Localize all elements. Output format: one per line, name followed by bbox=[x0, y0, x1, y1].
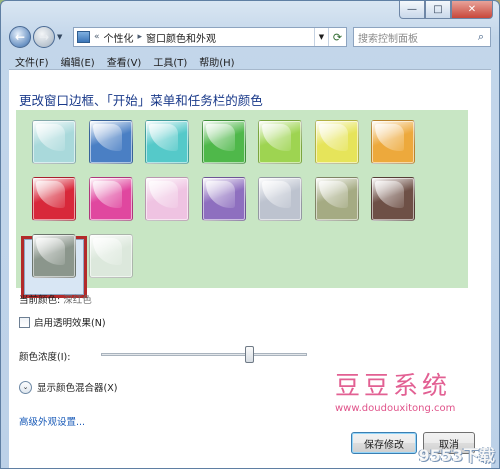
forward-button[interactable]: → bbox=[33, 26, 55, 48]
advanced-appearance-link[interactable]: 高级外观设置... bbox=[19, 414, 85, 428]
caption-buttons: — □ ✕ bbox=[399, 1, 493, 19]
control-panel-icon bbox=[77, 31, 90, 43]
watermark-text: 豆豆系统 bbox=[335, 371, 452, 400]
address-bar[interactable]: « 个性化 ▸ 窗口颜色和外观 ▼ ⟳ bbox=[73, 27, 347, 47]
back-arrow-icon: ← bbox=[14, 30, 26, 44]
menu-view[interactable]: 查看(V) bbox=[101, 54, 148, 69]
menu-edit[interactable]: 编辑(E) bbox=[55, 54, 101, 69]
menu-bar: 文件(F) 编辑(E) 查看(V) 工具(T) 帮助(H) bbox=[9, 53, 491, 69]
breadcrumb-separator-icon[interactable]: ▸ bbox=[138, 32, 143, 42]
color-swatch-taupe[interactable] bbox=[314, 177, 359, 221]
search-input[interactable]: 搜索控制面板 ⌕ bbox=[353, 27, 491, 47]
color-swatch-blush[interactable] bbox=[145, 177, 189, 221]
color-swatch-lemon[interactable] bbox=[314, 120, 359, 164]
color-intensity-slider-thumb[interactable] bbox=[245, 346, 255, 363]
color-swatch-lavender[interactable] bbox=[258, 177, 302, 221]
color-swatch-sea[interactable] bbox=[145, 120, 189, 164]
watermark-url: www.doudouxitong.com bbox=[335, 403, 456, 414]
color-swatch-chocolate[interactable] bbox=[371, 177, 415, 221]
color-swatch-twilight[interactable] bbox=[88, 120, 133, 164]
content-pane: 更改窗口边框、「开始」菜单和任务栏的颜色 当前颜色: 深红色 启用透明效果(N)… bbox=[9, 69, 491, 468]
color-swatch-violet[interactable] bbox=[201, 177, 246, 221]
transparency-option[interactable]: 启用透明效果(N) bbox=[19, 315, 106, 329]
search-placeholder: 搜索控制面板 bbox=[358, 33, 418, 45]
save-changes-button[interactable]: 保存修改 bbox=[351, 432, 417, 454]
transparency-label[interactable]: 启用透明效果(N) bbox=[34, 315, 106, 329]
color-swatch-fuchsia[interactable] bbox=[88, 177, 133, 221]
color-intensity-label: 颜色浓度(I): bbox=[19, 352, 71, 363]
refresh-icon[interactable]: ⟳ bbox=[328, 28, 346, 46]
breadcrumb-overflow[interactable]: « bbox=[94, 32, 100, 42]
breadcrumb-personalization[interactable]: 个性化 bbox=[104, 30, 134, 45]
menu-tools[interactable]: 工具(T) bbox=[147, 54, 193, 69]
color-swatch-sky[interactable] bbox=[32, 120, 76, 164]
color-swatch-leaf[interactable] bbox=[201, 120, 246, 164]
menu-help[interactable]: 帮助(H) bbox=[193, 54, 240, 69]
address-dropdown-icon[interactable]: ▼ bbox=[314, 28, 328, 46]
close-button[interactable]: ✕ bbox=[451, 1, 493, 19]
chevron-down-icon[interactable]: ⌄ bbox=[19, 380, 32, 394]
page-title: 更改窗口边框、「开始」菜单和任务栏的颜色 bbox=[19, 93, 263, 108]
recent-pages-dropdown[interactable]: ▼ bbox=[57, 33, 67, 41]
corner-watermark: 9553下载 bbox=[418, 446, 495, 465]
color-mixer-label[interactable]: 显示颜色混合器(X) bbox=[37, 380, 117, 394]
back-button[interactable]: ← bbox=[9, 26, 31, 48]
current-color-line: 当前颜色: 深红色 bbox=[19, 292, 92, 306]
breadcrumb-window-color[interactable]: 窗口颜色和外观 bbox=[146, 30, 216, 45]
color-intensity-slider[interactable] bbox=[101, 353, 307, 356]
color-swatch-slate[interactable] bbox=[32, 234, 76, 278]
current-color-value: 深红色 bbox=[63, 295, 92, 306]
minimize-button[interactable]: — bbox=[399, 1, 425, 19]
menu-file[interactable]: 文件(F) bbox=[9, 54, 55, 69]
color-swatch-frost[interactable] bbox=[88, 234, 133, 278]
address-bar-actions: ▼ ⟳ bbox=[314, 28, 346, 46]
control-panel-window: — □ ✕ ← → ▼ « 个性化 ▸ 窗口颜色和外观 ▼ ⟳ 搜索控制面板 ⌕… bbox=[0, 0, 500, 469]
color-mixer-toggle[interactable]: ⌄ 显示颜色混合器(X) bbox=[19, 380, 117, 394]
forward-arrow-icon: → bbox=[38, 30, 50, 44]
navigation-bar: ← → ▼ « 个性化 ▸ 窗口颜色和外观 ▼ ⟳ 搜索控制面板 ⌕ bbox=[9, 25, 491, 49]
color-swatch-ruby[interactable] bbox=[32, 177, 76, 221]
color-swatch-pumpkin[interactable] bbox=[371, 120, 415, 164]
search-icon[interactable]: ⌕ bbox=[472, 30, 490, 44]
transparency-checkbox[interactable] bbox=[19, 316, 30, 328]
current-color-label: 当前颜色: bbox=[19, 295, 61, 306]
color-swatch-lime[interactable] bbox=[258, 120, 302, 164]
maximize-button[interactable]: □ bbox=[425, 1, 451, 19]
